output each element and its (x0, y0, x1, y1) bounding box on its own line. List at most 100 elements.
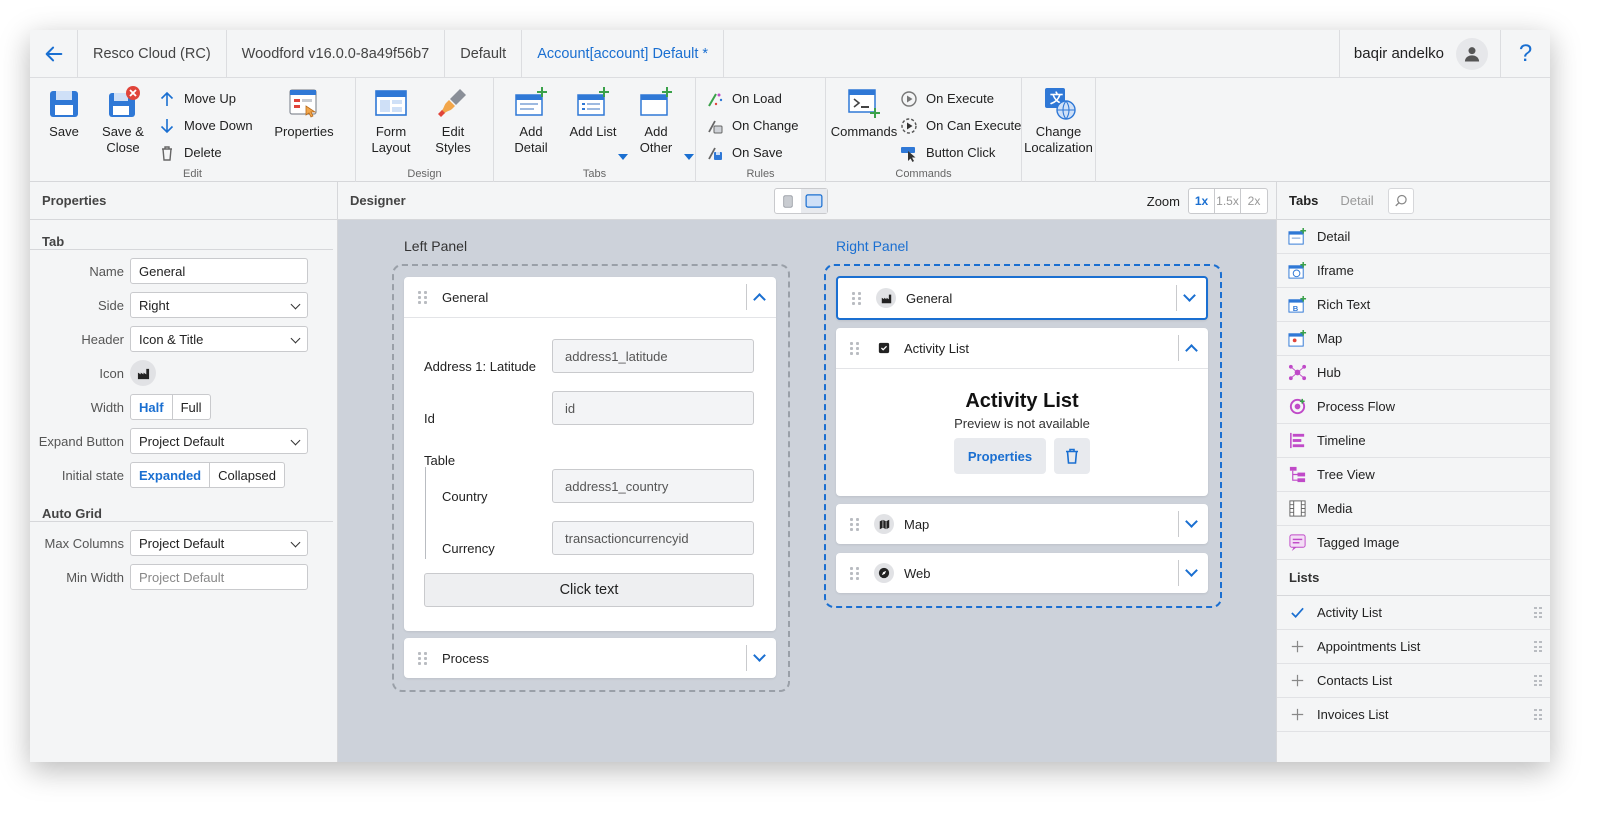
drag-handle-icon[interactable] (852, 291, 862, 305)
breadcrumb-form-set[interactable]: Default (445, 30, 523, 77)
save-close-button[interactable]: Save & Close (92, 86, 154, 156)
add-other-button[interactable]: Add Other (624, 86, 688, 156)
edit-styles-button[interactable]: Edit Styles (420, 86, 486, 156)
toolbox-list-contacts[interactable]: Contacts List (1277, 664, 1550, 698)
user-menu[interactable]: baqir andelko (1338, 30, 1500, 77)
zoom-1x-option[interactable]: 1x (1189, 189, 1215, 213)
add-list-dropdown-icon[interactable] (618, 154, 628, 160)
left-general-tab-card[interactable]: General Address 1: Latitude address1_lat… (404, 277, 776, 631)
field-input[interactable]: address1_country (552, 469, 754, 503)
help-button[interactable]: ? (1500, 30, 1550, 77)
toolbox-tab-tabs[interactable]: Tabs (1289, 193, 1318, 208)
add-other-dropdown-icon[interactable] (684, 154, 694, 160)
move-up-button[interactable]: Move Up (158, 88, 262, 109)
on-can-execute-button[interactable]: On Can Execute (900, 115, 1021, 136)
save-button[interactable]: Save (36, 86, 92, 140)
button-click-button[interactable]: Button Click (900, 142, 1021, 163)
form-layout-button[interactable]: Form Layout (362, 86, 420, 156)
zoom-2x-option[interactable]: 2x (1241, 189, 1267, 213)
commands-button[interactable]: Commands (831, 86, 897, 140)
initial-expanded-option[interactable]: Expanded (131, 463, 211, 487)
breadcrumb-organization[interactable]: Resco Cloud (RC) (78, 30, 227, 77)
breadcrumb-current-form[interactable]: Account[account] Default * (522, 30, 725, 77)
field-input[interactable]: transactioncurrencyid (552, 521, 754, 555)
on-save-button[interactable]: On Save (706, 142, 799, 163)
min-width-input[interactable]: Project Default (130, 564, 308, 590)
field-input[interactable]: address1_latitude (552, 339, 754, 373)
click-text-button[interactable]: Click text (424, 573, 754, 607)
right-map-tab-card[interactable]: Map (836, 504, 1208, 544)
field-label: Id (424, 410, 435, 426)
drag-handle-icon[interactable] (850, 341, 860, 355)
side-select[interactable]: Right (130, 292, 308, 318)
expand-button[interactable] (1178, 560, 1204, 586)
properties-button[interactable]: Properties (270, 86, 338, 140)
add-detail-button[interactable]: Add Detail (500, 86, 562, 156)
drag-handle-icon[interactable] (1534, 641, 1542, 653)
toolbox-item-hub[interactable]: Hub (1277, 356, 1550, 390)
expand-button[interactable] (746, 645, 772, 671)
right-activity-list-card[interactable]: Activity List Activity List Preview is n… (836, 328, 1208, 496)
drag-handle-icon[interactable] (1534, 607, 1542, 619)
toolbox-item-media[interactable]: Media (1277, 492, 1550, 526)
toolbox-item-timeline[interactable]: Timeline (1277, 424, 1550, 458)
plus-icon (1287, 705, 1307, 725)
right-general-tab-card[interactable]: General (836, 276, 1208, 320)
phone-view-button[interactable] (775, 189, 801, 213)
change-localization-button[interactable]: 文 Change Localization (1022, 86, 1095, 156)
initial-collapsed-option[interactable]: Collapsed (210, 463, 284, 487)
toolbox-item-tree-view[interactable]: Tree View (1277, 458, 1550, 492)
toolbox-item-map[interactable]: Map (1277, 322, 1550, 356)
width-half-option[interactable]: Half (131, 395, 173, 419)
toolbox-list-activity[interactable]: Activity List (1277, 596, 1550, 630)
chevron-up-icon (753, 293, 766, 306)
drag-handle-icon[interactable] (1534, 709, 1542, 721)
collapse-button[interactable] (746, 284, 772, 310)
toolbox-list-invoices[interactable]: Invoices List (1277, 698, 1550, 732)
add-list-button[interactable]: Add List (562, 86, 624, 140)
breadcrumb-project[interactable]: Woodford v16.0.0-8a49f56b7 (227, 30, 446, 77)
name-input[interactable]: General (130, 258, 308, 284)
toolbox-item-detail[interactable]: Detail (1277, 220, 1550, 254)
top-bar: Resco Cloud (RC) Woodford v16.0.0-8a49f5… (30, 30, 1550, 78)
designer-header: Designer Zoom 1x 1.5x 2x (338, 182, 1276, 220)
zoom-1-5x-option[interactable]: 1.5x (1215, 189, 1241, 213)
expand-button[interactable] (1178, 511, 1204, 537)
list-delete-button[interactable] (1054, 438, 1090, 474)
toolbox-item-tagged-image[interactable]: Tagged Image (1277, 526, 1550, 560)
max-columns-select[interactable]: Project Default (130, 530, 308, 556)
left-panel-label: Left Panel (404, 238, 468, 254)
toolbox-item-rich-text[interactable]: B Rich Text (1277, 288, 1550, 322)
expand-button-select[interactable]: Project Default (130, 428, 308, 454)
drag-handle-icon[interactable] (850, 566, 860, 580)
on-load-button[interactable]: On Load (706, 88, 799, 109)
width-full-option[interactable]: Full (173, 395, 210, 419)
field-input[interactable]: id (552, 391, 754, 425)
left-process-tab-card[interactable]: Process (404, 638, 776, 678)
toolbox-tab-detail[interactable]: Detail (1340, 193, 1373, 208)
right-web-tab-card[interactable]: Web (836, 553, 1208, 593)
collapse-button[interactable] (1178, 335, 1204, 361)
drag-handle-icon[interactable] (418, 290, 428, 304)
toolbox-item-process-flow[interactable]: Process Flow (1277, 390, 1550, 424)
toolbox-list-appointments[interactable]: Appointments List (1277, 630, 1550, 664)
list-properties-button[interactable]: Properties (954, 438, 1046, 474)
drag-handle-icon[interactable] (418, 651, 428, 665)
chevron-down-icon (290, 537, 301, 548)
delete-button[interactable]: Delete (158, 142, 262, 163)
ribbon-group-edit: Save Save & Close Move Up Move Down Dele… (30, 78, 356, 182)
header-select[interactable]: Icon & Title (130, 326, 308, 352)
tablet-view-button[interactable] (801, 189, 827, 213)
tab-icon-picker[interactable] (130, 360, 156, 386)
toolbox-search-button[interactable] (1387, 187, 1414, 214)
drag-handle-icon[interactable] (850, 517, 860, 531)
back-button[interactable] (30, 30, 78, 77)
expand-button[interactable] (1176, 285, 1202, 311)
properties-icon (287, 86, 321, 120)
move-down-button[interactable]: Move Down (158, 115, 262, 136)
trash-icon (1066, 448, 1078, 464)
on-change-button[interactable]: On Change (706, 115, 799, 136)
drag-handle-icon[interactable] (1534, 675, 1542, 687)
on-execute-button[interactable]: On Execute (900, 88, 1021, 109)
toolbox-item-iframe[interactable]: Iframe (1277, 254, 1550, 288)
